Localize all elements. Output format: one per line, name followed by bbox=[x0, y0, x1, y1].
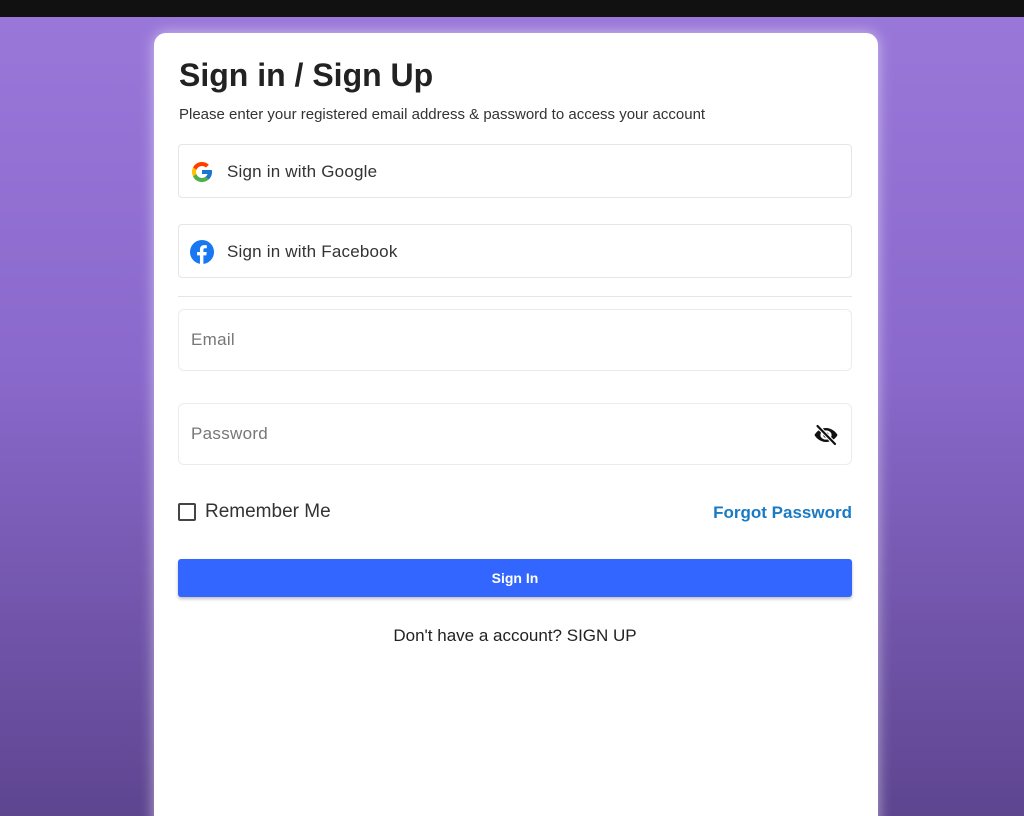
email-input[interactable] bbox=[179, 310, 851, 370]
google-icon bbox=[192, 162, 212, 182]
facebook-sign-in-label: Sign in with Facebook bbox=[227, 242, 398, 261]
facebook-sign-in-button[interactable]: Sign in with Facebook bbox=[178, 224, 852, 278]
page-subtitle: Please enter your registered email addre… bbox=[179, 106, 706, 123]
google-sign-in-label: Sign in with Google bbox=[227, 162, 378, 181]
eye-slash-icon[interactable] bbox=[813, 424, 839, 446]
top-bar bbox=[0, 0, 1024, 17]
sign-in-button[interactable]: Sign In bbox=[178, 559, 852, 597]
password-field bbox=[178, 403, 852, 465]
email-field bbox=[178, 309, 852, 371]
remember-me-label: Remember Me bbox=[205, 501, 331, 522]
facebook-icon bbox=[190, 240, 214, 264]
google-sign-in-button[interactable]: Sign in with Google bbox=[178, 144, 852, 198]
password-input[interactable] bbox=[179, 404, 851, 464]
divider bbox=[178, 296, 852, 297]
forgot-password-link[interactable]: Forgot Password bbox=[713, 503, 852, 523]
remember-me[interactable]: Remember Me bbox=[178, 501, 331, 523]
sign-up-prompt: Don't have a account? SIGN UP bbox=[154, 626, 876, 646]
page-title: Sign in / Sign Up bbox=[179, 57, 434, 93]
sign-up-prompt-text: Don't have a account? bbox=[393, 626, 562, 645]
auth-card: Sign in / Sign Up Please enter your regi… bbox=[154, 33, 878, 816]
page: Sign in / Sign Up Please enter your regi… bbox=[0, 0, 1024, 816]
remember-me-checkbox[interactable] bbox=[178, 503, 196, 521]
sign-up-link[interactable]: SIGN UP bbox=[567, 626, 637, 645]
